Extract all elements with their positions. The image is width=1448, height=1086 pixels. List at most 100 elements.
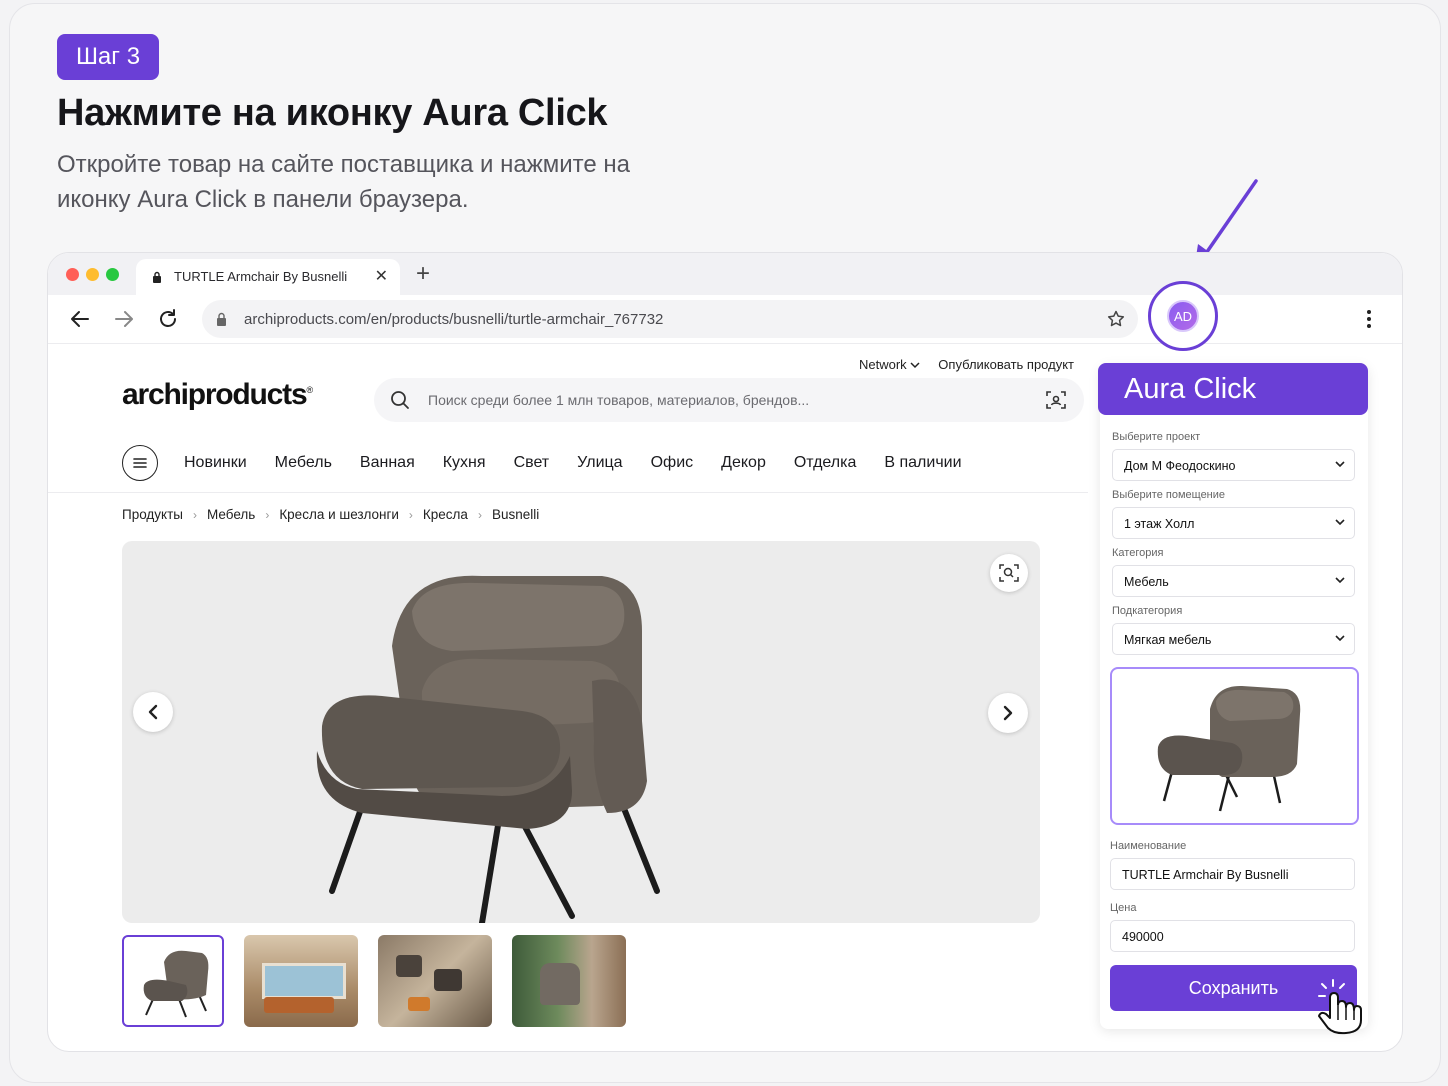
category-kitchen[interactable]: Кухня	[443, 454, 486, 472]
site-logo[interactable]: archiproducts®	[122, 378, 313, 412]
category-nav: Новинки Мебель Ванная Кухня Свет Улица О…	[184, 454, 962, 472]
tab-close-icon[interactable]: ✕	[375, 266, 388, 286]
extension-avatar: AD	[1167, 300, 1199, 332]
chair-image	[396, 955, 422, 977]
breadcrumb-separator: ›	[408, 507, 413, 522]
subcategory-select[interactable]: Мягкая мебель	[1112, 623, 1355, 655]
name-input[interactable]: TURTLE Armchair By Busnelli	[1110, 858, 1355, 890]
armchair-image	[540, 963, 580, 1005]
site-search-input[interactable]: Поиск среди более 1 млн товаров, материа…	[374, 378, 1084, 422]
page-title: Нажмите на иконку Aura Click	[57, 92, 608, 134]
divider	[48, 492, 1088, 493]
breadcrumb-separator: ›	[265, 507, 270, 522]
category-lighting[interactable]: Свет	[514, 454, 550, 472]
top-links: Network Опубликовать продукт	[859, 357, 1074, 372]
project-select[interactable]: Дом М Феодоскино	[1112, 449, 1355, 481]
hamburger-icon	[133, 458, 147, 468]
lock-icon	[217, 312, 226, 326]
category-in-stock[interactable]: В паличии	[884, 454, 961, 472]
kebab-icon[interactable]	[1366, 309, 1372, 329]
visual-search-icon[interactable]	[1046, 390, 1066, 410]
search-icon	[391, 391, 409, 409]
chevron-down-icon	[1335, 577, 1345, 584]
room-window-image	[262, 963, 346, 999]
url-text: archiproducts.com/en/products/busnelli/t…	[244, 311, 664, 328]
breadcrumb-separator: ›	[193, 507, 197, 522]
step-badge: Шаг 3	[57, 34, 159, 80]
breadcrumb-item[interactable]: Кресла	[423, 507, 468, 522]
close-window-button[interactable]	[66, 268, 79, 281]
network-link[interactable]: Network	[859, 357, 920, 372]
category-new[interactable]: Новинки	[184, 454, 247, 472]
reload-icon[interactable]	[156, 307, 180, 331]
chevron-right-icon	[1003, 705, 1013, 721]
aura-click-panel: Aura Click Выберите проект Дом М Феодоск…	[1098, 363, 1368, 1029]
name-value: TURTLE Armchair By Busnelli	[1122, 868, 1289, 882]
table-image	[408, 997, 430, 1011]
category-select[interactable]: Мебель	[1112, 565, 1355, 597]
new-tab-button[interactable]: +	[416, 260, 430, 288]
product-preview	[1110, 667, 1359, 825]
armchair-thumbnail	[143, 950, 209, 1018]
website-content: Network Опубликовать продукт archiproduc…	[48, 344, 1088, 1051]
publish-product-link[interactable]: Опубликовать продукт	[938, 357, 1074, 372]
price-input[interactable]: 490000	[1110, 920, 1355, 952]
logo-registered-mark: ®	[306, 385, 313, 395]
aura-click-extension-button[interactable]: AD	[1148, 281, 1218, 351]
category-furniture[interactable]: Мебель	[275, 454, 332, 472]
zoom-search-icon	[999, 564, 1019, 582]
category-outdoor[interactable]: Улица	[577, 454, 622, 472]
tab-title: TURTLE Armchair By Busnelli	[174, 269, 348, 284]
address-bar[interactable]: archiproducts.com/en/products/busnelli/t…	[202, 300, 1138, 338]
room-label: Выберите помещение	[1112, 489, 1226, 501]
subcategory-value: Мягкая мебель	[1124, 633, 1212, 647]
chevron-down-icon	[1335, 461, 1345, 468]
gallery-next-button[interactable]	[988, 693, 1028, 733]
thumbnail-item[interactable]	[512, 935, 626, 1027]
room-select[interactable]: 1 этаж Холл	[1112, 507, 1355, 539]
hand-cursor-icon	[1318, 979, 1362, 1035]
chevron-down-icon	[1335, 519, 1345, 526]
price-value: 490000	[1122, 930, 1164, 944]
star-icon[interactable]	[1106, 309, 1126, 329]
browser-tab[interactable]: TURTLE Armchair By Busnelli ✕	[136, 259, 400, 295]
category-finishes[interactable]: Отделка	[794, 454, 857, 472]
category-value: Мебель	[1124, 575, 1169, 589]
product-gallery	[122, 541, 1040, 923]
chair-image	[434, 969, 462, 991]
maximize-window-button[interactable]	[106, 268, 119, 281]
chevron-down-icon	[1335, 635, 1345, 642]
minimize-window-button[interactable]	[86, 268, 99, 281]
gallery-prev-button[interactable]	[133, 692, 173, 732]
price-label: Цена	[1110, 902, 1137, 914]
forward-arrow-icon[interactable]	[112, 307, 136, 331]
subcategory-label: Подкатегория	[1112, 605, 1183, 617]
zoom-button[interactable]	[990, 554, 1028, 592]
thumbnail-item[interactable]	[378, 935, 492, 1027]
name-label: Наименование	[1110, 840, 1187, 852]
category-bathroom[interactable]: Ванная	[360, 454, 415, 472]
project-label: Выберите проект	[1112, 431, 1201, 443]
search-placeholder: Поиск среди более 1 млн товаров, материа…	[428, 392, 810, 408]
back-arrow-icon[interactable]	[68, 307, 92, 331]
breadcrumb-item[interactable]: Кресла и шезлонги	[279, 507, 399, 522]
thumbnail-item[interactable]	[244, 935, 358, 1027]
category-decor[interactable]: Декор	[721, 454, 766, 472]
panel-title: Aura Click	[1098, 363, 1368, 415]
breadcrumb-item[interactable]: Мебель	[207, 507, 255, 522]
thumbnail-item[interactable]	[122, 935, 224, 1027]
category-office[interactable]: Офис	[651, 454, 694, 472]
chevron-down-icon	[910, 362, 920, 369]
breadcrumb-separator: ›	[477, 507, 482, 522]
breadcrumb-item[interactable]: Продукты	[122, 507, 183, 522]
armchair-preview-image	[1157, 685, 1301, 812]
project-value: Дом М Феодоскино	[1124, 459, 1236, 473]
logo-text: archiproducts	[122, 378, 308, 411]
lock-icon	[153, 271, 161, 283]
sofa-image	[264, 997, 334, 1013]
breadcrumb-item[interactable]: Busnelli	[492, 507, 539, 522]
thumbnail-strip	[122, 935, 626, 1027]
page-description: Откройте товар на сайте поставщика и наж…	[57, 151, 631, 213]
network-label: Network	[858, 357, 907, 372]
menu-button[interactable]	[122, 445, 158, 481]
